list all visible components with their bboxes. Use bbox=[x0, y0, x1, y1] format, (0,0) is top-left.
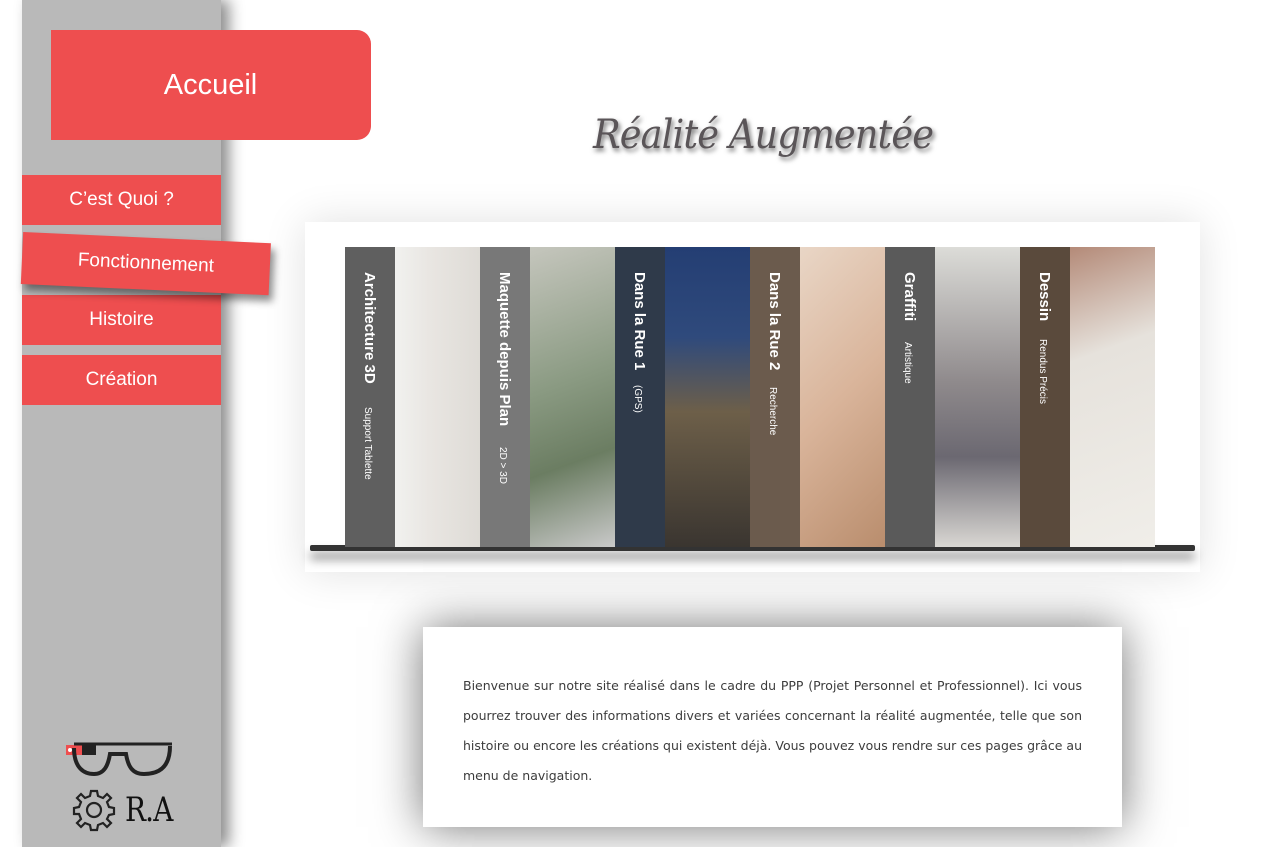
slide-image bbox=[395, 247, 480, 547]
slide-subtitle: Artistique bbox=[902, 342, 913, 384]
slide-dans-la-rue-1[interactable]: Dans la Rue 1 (GPS) bbox=[615, 247, 750, 547]
slide-image bbox=[800, 247, 885, 547]
intro-text: Bienvenue sur notre site réalisé dans le… bbox=[463, 678, 1082, 783]
slide-architecture-3d[interactable]: Architecture 3D Support Tablette bbox=[345, 247, 480, 547]
slide-tab: Maquette depuis Plan 2D > 3D bbox=[480, 247, 530, 547]
slide-title: Maquette depuis Plan bbox=[496, 272, 513, 427]
nav-item-label: C’est Quoi ? bbox=[69, 189, 174, 210]
slide-title: Architecture 3D bbox=[361, 272, 378, 384]
slide-tab: Dans la Rue 2 Recherche bbox=[750, 247, 800, 547]
nav-item-label: Création bbox=[85, 369, 158, 390]
slide-subtitle: 2D > 3D bbox=[497, 447, 508, 484]
slide-title: Dans la Rue 1 bbox=[631, 272, 648, 371]
home-button[interactable]: Accueil bbox=[51, 30, 371, 140]
slide-image bbox=[935, 247, 1020, 547]
slide-image bbox=[665, 247, 750, 547]
slide-subtitle: Recherche bbox=[767, 387, 778, 436]
slide-title: Graffiti bbox=[901, 272, 918, 322]
slide-subtitle: Support Tablette bbox=[362, 407, 373, 480]
nav-item-cest-quoi[interactable]: C’est Quoi ? bbox=[22, 175, 221, 225]
slide-maquette-depuis-plan[interactable]: Maquette depuis Plan 2D > 3D bbox=[480, 247, 615, 547]
nav-item-label: Fonctionnement bbox=[77, 249, 215, 277]
slide-tab: Dessin Rendus Précis bbox=[1020, 247, 1070, 547]
slide-subtitle: Rendus Précis bbox=[1037, 339, 1048, 405]
image-accordion-slider: Architecture 3D Support Tablette Maquett… bbox=[345, 247, 1155, 547]
slide-graffiti[interactable]: Graffiti Artistique bbox=[885, 247, 1020, 547]
logo-text: R.A bbox=[125, 790, 173, 830]
slide-subtitle: (GPS) bbox=[632, 385, 643, 413]
slide-title: Dans la Rue 2 bbox=[766, 272, 783, 371]
nav-item-label: Histoire bbox=[89, 309, 154, 330]
slide-tab: Architecture 3D Support Tablette bbox=[345, 247, 395, 547]
page-title: Réalité Augmentée bbox=[593, 112, 934, 158]
slide-image bbox=[530, 247, 615, 547]
intro-box: Bienvenue sur notre site réalisé dans le… bbox=[423, 627, 1122, 827]
slide-dessin[interactable]: Dessin Rendus Précis bbox=[1020, 247, 1155, 547]
slide-tab: Graffiti Artistique bbox=[885, 247, 935, 547]
slide-title: Dessin bbox=[1036, 272, 1053, 322]
slide-tab: Dans la Rue 1 (GPS) bbox=[615, 247, 665, 547]
slide-image bbox=[1070, 247, 1155, 547]
nav-item-creation[interactable]: Création bbox=[22, 355, 221, 405]
nav-item-histoire[interactable]: Histoire bbox=[22, 295, 221, 345]
home-button-label: Accueil bbox=[163, 68, 258, 101]
slide-dans-la-rue-2[interactable]: Dans la Rue 2 Recherche bbox=[750, 247, 885, 547]
